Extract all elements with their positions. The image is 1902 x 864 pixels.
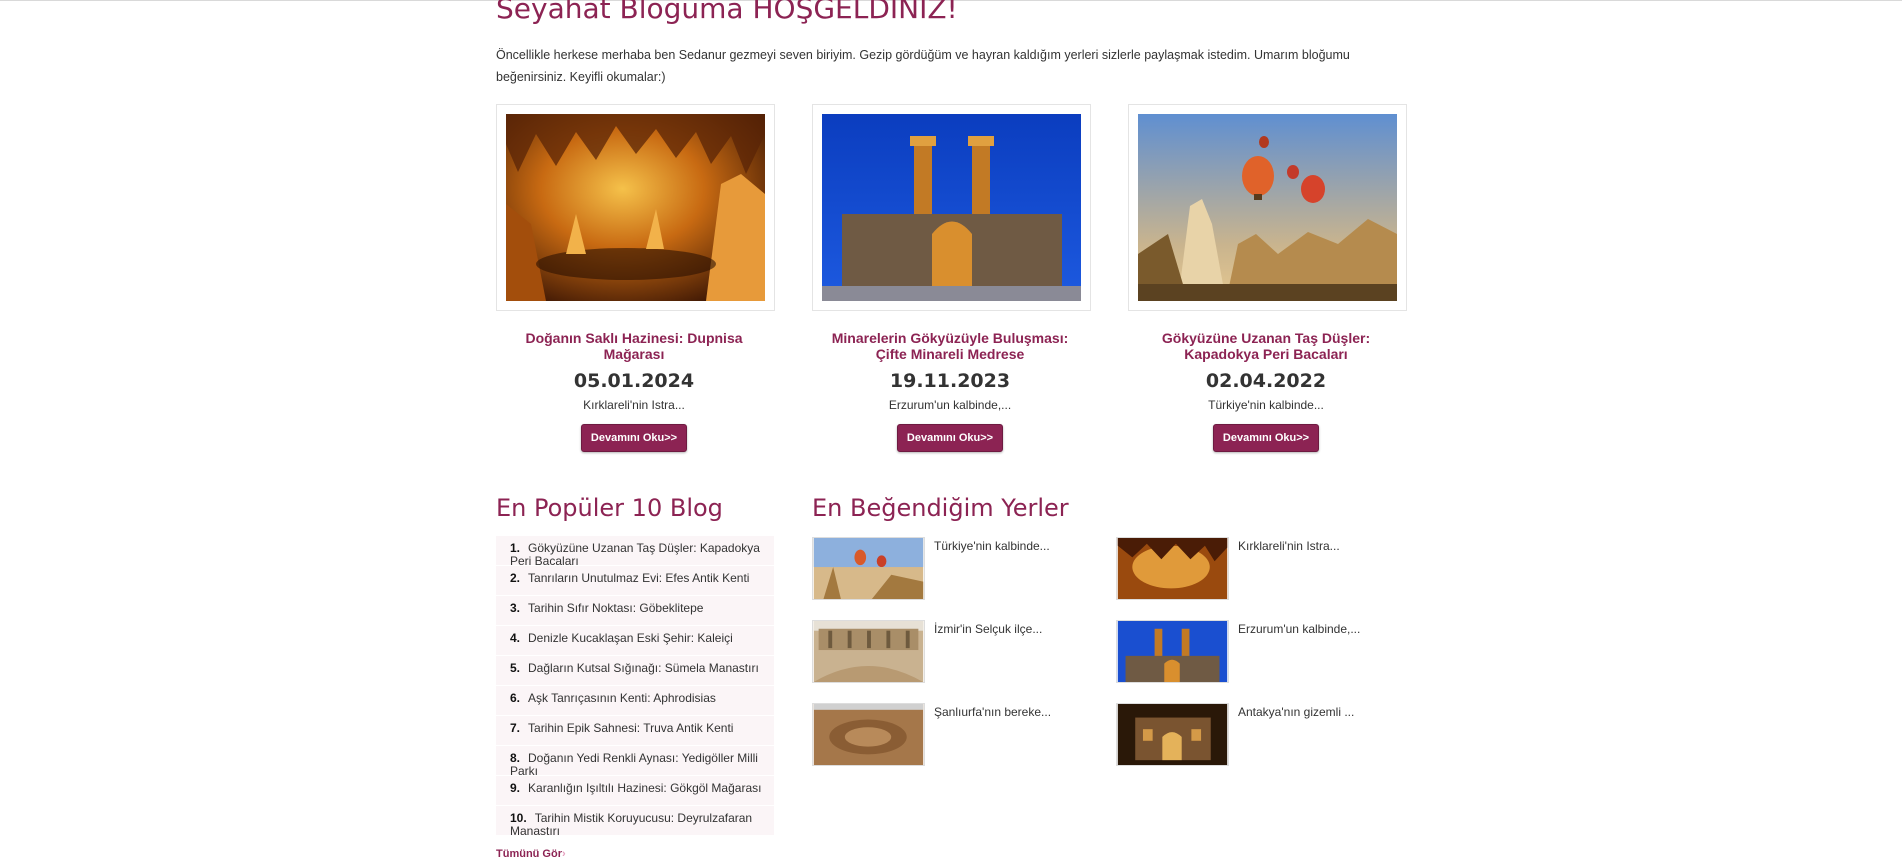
cave-image <box>506 114 765 301</box>
favorite-place-text: Türkiye'nin kalbinde... <box>934 539 1050 553</box>
cave-image <box>1116 537 1229 600</box>
blog-card-excerpt: Kırklareli'nin Istra... <box>583 398 685 412</box>
popular-list-item[interactable]: 6. Aşk Tanrıçasının Kenti: Aphrodisias <box>496 686 774 716</box>
list-label: Tanrıların Unutulmaz Evi: Efes Antik Ken… <box>528 571 750 585</box>
blog-card-date: 05.01.2024 <box>573 370 695 392</box>
popular-list-item[interactable]: 2. Tanrıların Unutulmaz Evi: Efes Antik K… <box>496 566 774 596</box>
list-number: 4. <box>510 631 521 645</box>
list-label: Dağların Kutsal Sığınağı: Sümela Manastı… <box>528 661 759 675</box>
list-number: 3. <box>510 601 521 615</box>
blog-card-image-frame[interactable] <box>812 104 1091 311</box>
favorite-place-item[interactable]: Kırklareli'nin Istra... <box>1116 537 1396 601</box>
read-more-button[interactable]: Devamını Oku>> <box>896 424 1004 452</box>
page-title: Seyahat Bloguma HOŞGELDİNİZ! <box>496 0 958 25</box>
blog-card: Minarelerin Gökyüzüyle Buluşması: Çifte … <box>812 104 1091 452</box>
popular-list-item[interactable]: 4. Denizle Kucaklaşan Eski Şehir: Kaleiçi <box>496 626 774 656</box>
favorite-place-text: İzmir'in Selçuk ilçe... <box>934 622 1043 636</box>
favorite-place-item[interactable]: Antakya'nın gizemli ... <box>1116 703 1396 767</box>
read-more-button[interactable]: Devamını Oku>> <box>1212 424 1320 452</box>
favorites-heading: En Beğendiğim Yerler <box>812 494 1069 522</box>
favorite-place-text: Kırklareli'nin Istra... <box>1238 539 1340 553</box>
blog-card-title[interactable]: Doğanın Saklı Hazinesi: Dupnisa Mağarası <box>496 330 772 362</box>
list-label: Karanlığın Işıltılı Hazinesi: Gökgöl Mağ… <box>528 781 762 795</box>
favorite-place-item[interactable]: Şanlıurfa'nın bereke... <box>812 703 1092 767</box>
list-number: 2. <box>510 571 521 585</box>
blog-card-title[interactable]: Minarelerin Gökyüzüyle Buluşması: Çifte … <box>812 330 1088 362</box>
favorite-place-text: Antakya'nın gizemli ... <box>1238 705 1355 719</box>
list-number: 7. <box>510 721 521 735</box>
popular-list-item[interactable]: 9. Karanlığın Işıltılı Hazinesi: Gökgöl M… <box>496 776 774 806</box>
chevron-right-icon: › <box>562 848 566 860</box>
blog-card-title[interactable]: Gökyüzüne Uzanan Taş Düşler: Kapadokya P… <box>1128 330 1404 362</box>
blog-card-excerpt: Erzurum'un kalbinde,... <box>888 398 1012 412</box>
blog-card-date: 02.04.2022 <box>1205 370 1327 392</box>
list-number: 6. <box>510 691 521 705</box>
minaret-madrasa-image <box>822 114 1081 301</box>
blog-card-date: 19.11.2023 <box>889 370 1011 392</box>
list-label: Denizle Kucaklaşan Eski Şehir: Kaleiçi <box>528 631 733 645</box>
cappadocia-image <box>812 537 925 600</box>
blog-card-excerpt: Türkiye'nin kalbinde... <box>1208 398 1324 412</box>
list-label: Tarihin Epik Sahnesi: Truva Antik Kenti <box>528 721 734 735</box>
read-more-button[interactable]: Devamını Oku>> <box>580 424 688 452</box>
list-label: Tarihin Sıfır Noktası: Göbeklitepe <box>528 601 704 615</box>
popular-list-item[interactable]: 10. Tarihin Mistik Koruyucusu: Deyrulzafa… <box>496 806 774 836</box>
favorite-place-item[interactable]: İzmir'in Selçuk ilçe... <box>812 620 1092 684</box>
popular-list-item[interactable]: 1. Gökyüzüne Uzanan Taş Düşler: Kapadokya… <box>496 536 774 566</box>
popular-list: 1. Gökyüzüne Uzanan Taş Düşler: Kapadokya… <box>496 536 774 836</box>
list-number: 10. <box>510 811 527 825</box>
favorite-place-item[interactable]: Erzurum'un kalbinde,... <box>1116 620 1396 684</box>
gobeklitepe-image <box>812 703 925 766</box>
see-all-link[interactable]: Tümünü Gör› <box>496 848 566 860</box>
favorite-place-text: Erzurum'un kalbinde,... <box>1238 622 1361 636</box>
blog-card: Gökyüzüne Uzanan Taş Düşler: Kapadokya P… <box>1128 104 1407 452</box>
list-label: Gökyüzüne Uzanan Taş Düşler: Kapadokya P… <box>510 541 760 566</box>
minaret-madrasa-image <box>1116 620 1229 683</box>
list-label: Doğanın Yedi Renkli Aynası: Yedigöller M… <box>510 751 758 776</box>
popular-list-item[interactable]: 7. Tarihin Epik Sahnesi: Truva Antik Kent… <box>496 716 774 746</box>
popular-list-item[interactable]: 3. Tarihin Sıfır Noktası: Göbeklitepe <box>496 596 774 626</box>
popular-list-item[interactable]: 5. Dağların Kutsal Sığınağı: Sümela Manas… <box>496 656 774 686</box>
list-label: Aşk Tanrıçasının Kenti: Aphrodisias <box>528 691 716 705</box>
blog-card-image-frame[interactable] <box>496 104 775 311</box>
list-label: Tarihin Mistik Koruyucusu: Deyrulzafaran… <box>510 811 753 836</box>
popular-list-item[interactable]: 8. Doğanın Yedi Renkli Aynası: Yedigöller… <box>496 746 774 776</box>
cappadocia-balloons-image <box>1138 114 1397 301</box>
list-number: 8. <box>510 751 521 765</box>
see-all-label: Tümünü Gör <box>496 848 562 860</box>
blog-card: Doğanın Saklı Hazinesi: Dupnisa Mağarası… <box>496 104 775 452</box>
ephesus-theatre-image <box>812 620 925 683</box>
list-number: 9. <box>510 781 521 795</box>
list-number: 5. <box>510 661 521 675</box>
list-number: 1. <box>510 541 521 555</box>
cave-church-image <box>1116 703 1229 766</box>
favorite-place-item[interactable]: Türkiye'nin kalbinde... <box>812 537 1092 601</box>
intro-text: Öncellikle herkese merhaba ben Sedanur g… <box>496 48 1350 84</box>
favorite-place-text: Şanlıurfa'nın bereke... <box>934 705 1052 719</box>
popular-heading: En Popüler 10 Blog <box>496 494 723 522</box>
blog-card-image-frame[interactable] <box>1128 104 1407 311</box>
